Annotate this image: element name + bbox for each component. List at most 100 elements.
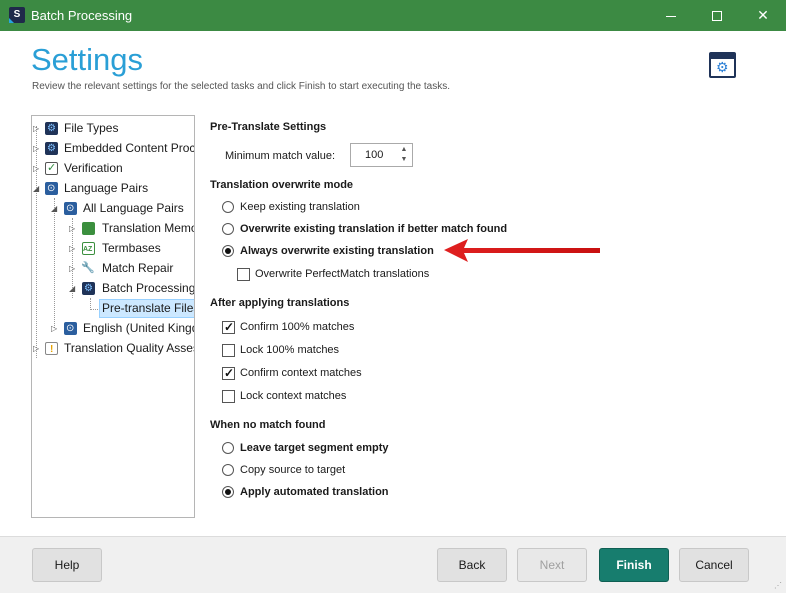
min-match-stepper[interactable]: 100 ▲ ▼ <box>350 143 413 167</box>
app-icon: S <box>9 7 25 23</box>
checklist-icon <box>45 159 58 178</box>
tree-item-tqa[interactable]: ▷ Translation Quality Assess <box>32 339 195 359</box>
tree-item-termbases[interactable]: ▷ Termbases <box>32 239 192 259</box>
language-icon <box>64 199 77 218</box>
collapse-icon[interactable]: ◢ <box>69 279 78 298</box>
tree-item-translation-memory[interactable]: ▷ Translation Memo <box>32 219 195 238</box>
checkbox-label: Lock context matches <box>240 390 347 402</box>
next-button[interactable]: Next <box>517 548 587 582</box>
expand-icon[interactable]: ▷ <box>33 139 42 158</box>
stepper-down-icon[interactable]: ▼ <box>398 155 410 165</box>
settings-icon <box>45 119 58 138</box>
page-title: Settings <box>31 42 144 77</box>
radio-label: Keep existing translation <box>240 201 360 213</box>
maximize-button[interactable] <box>694 0 740 31</box>
expand-icon[interactable]: ▷ <box>33 339 42 358</box>
radio-label: Always overwrite existing translation <box>240 245 434 257</box>
checkbox[interactable] <box>222 390 235 403</box>
checkbox-label: Overwrite PerfectMatch translations <box>255 268 430 280</box>
radio-button[interactable] <box>222 442 234 454</box>
tree-item-label: Match Repair <box>102 261 174 275</box>
back-button[interactable]: Back <box>437 548 507 582</box>
tree-item-label: Verification <box>64 161 123 175</box>
cancel-button[interactable]: Cancel <box>679 548 749 582</box>
checkbox[interactable] <box>222 344 235 357</box>
help-button[interactable]: Help <box>32 548 102 582</box>
radio-button[interactable] <box>222 223 234 235</box>
checkbox[interactable] <box>222 319 235 335</box>
pretranslate-heading: Pre-Translate Settings <box>210 121 327 133</box>
translation-memory-icon <box>82 222 95 235</box>
stepper-up-icon[interactable]: ▲ <box>398 145 410 155</box>
tree-item-label: Translation Memo <box>102 221 195 235</box>
checkbox-label: Confirm context matches <box>240 367 362 379</box>
expand-icon[interactable]: ▷ <box>33 159 42 178</box>
language-icon <box>64 319 77 338</box>
expand-icon[interactable]: ▷ <box>51 319 60 338</box>
termbase-icon <box>82 240 95 259</box>
settings-icon <box>82 279 95 298</box>
radio-button[interactable] <box>222 486 234 498</box>
tree-item-language-pairs[interactable]: ◢ Language Pairs <box>32 179 192 198</box>
window-title: Batch Processing <box>31 8 133 23</box>
language-icon <box>45 179 58 198</box>
wrench-icon <box>81 259 95 278</box>
minimize-button[interactable] <box>648 0 694 31</box>
expand-icon[interactable]: ▷ <box>69 259 78 278</box>
tree-item-batch-processing[interactable]: ◢ Batch Processing <box>32 279 195 298</box>
tree-item-label: English (United Kingd <box>83 321 195 335</box>
tree-item-file-types[interactable]: ▷ File Types <box>32 119 192 138</box>
tree-item-label: Embedded Content Proc <box>64 141 195 155</box>
min-match-label: Minimum match value: <box>225 150 336 162</box>
finish-button[interactable]: Finish <box>599 548 669 582</box>
tree-item-all-language-pairs[interactable]: ◢ All Language Pairs <box>32 199 192 218</box>
settings-content: Pre-Translate Settings Minimum match val… <box>210 115 770 518</box>
settings-icon <box>45 139 58 158</box>
tree-item-label: Termbases <box>102 241 161 255</box>
expand-icon[interactable]: ▷ <box>69 239 78 258</box>
expand-icon[interactable]: ▷ <box>33 119 42 138</box>
tree-item-verification[interactable]: ▷ Verification <box>32 159 192 178</box>
page-subtitle: Review the relevant settings for the sel… <box>32 81 450 92</box>
tree-item-label: Translation Quality Assess <box>64 341 195 355</box>
checkbox[interactable] <box>222 365 235 381</box>
tree-item-label: Pre-translate Files <box>99 299 194 318</box>
title-bar: S Batch Processing ✕ <box>0 0 786 31</box>
tree-item-english-uk[interactable]: ▷ English (United Kingd <box>32 319 195 338</box>
gear-icon: ⚙ <box>716 59 729 75</box>
after-applying-heading: After applying translations <box>210 297 350 309</box>
arrow-head <box>444 239 600 262</box>
no-match-heading: When no match found <box>210 419 326 431</box>
expand-icon[interactable]: ▷ <box>69 219 78 238</box>
radio-label: Leave target segment empty <box>240 442 389 454</box>
dialog-footer: Help Back Next Finish Cancel ⋰ <box>0 536 786 593</box>
radio-label: Overwrite existing translation if better… <box>240 223 508 235</box>
overwrite-mode-heading: Translation overwrite mode <box>210 179 354 191</box>
radio-button[interactable] <box>222 201 234 213</box>
resize-grip-icon[interactable]: ⋰ <box>774 581 784 591</box>
radio-label: Copy source to target <box>240 464 346 476</box>
tree-item-match-repair[interactable]: ▷ Match Repair <box>32 259 192 278</box>
tree-item-label: Batch Processing <box>102 281 195 295</box>
tree-item-pre-translate-files[interactable]: Pre-translate Files <box>32 299 194 318</box>
annotation-arrow <box>444 239 600 262</box>
tree-item-label: File Types <box>64 121 119 135</box>
tree-item-embedded-content[interactable]: ▷ Embedded Content Proc <box>32 139 195 158</box>
settings-window-icon: ⚙ <box>709 52 736 78</box>
checkbox-label: Confirm 100% matches <box>240 321 355 333</box>
settings-tree[interactable]: ▷ File Types ▷ Embedded Content Proc ▷ V… <box>31 115 195 518</box>
radio-button[interactable] <box>222 245 234 257</box>
radio-button[interactable] <box>222 464 234 476</box>
collapse-icon[interactable]: ◢ <box>33 179 42 198</box>
quality-assessment-icon <box>45 340 58 359</box>
tree-item-label: All Language Pairs <box>83 201 184 215</box>
tree-item-label: Language Pairs <box>64 181 149 195</box>
collapse-icon[interactable]: ◢ <box>51 199 60 218</box>
minimize-icon <box>666 15 676 17</box>
min-match-value[interactable]: 100 <box>365 149 383 161</box>
maximize-icon <box>712 11 722 22</box>
radio-label: Apply automated translation <box>240 486 389 498</box>
close-button[interactable]: ✕ <box>740 0 786 31</box>
checkbox-label: Lock 100% matches <box>240 344 340 356</box>
checkbox[interactable] <box>237 268 250 281</box>
